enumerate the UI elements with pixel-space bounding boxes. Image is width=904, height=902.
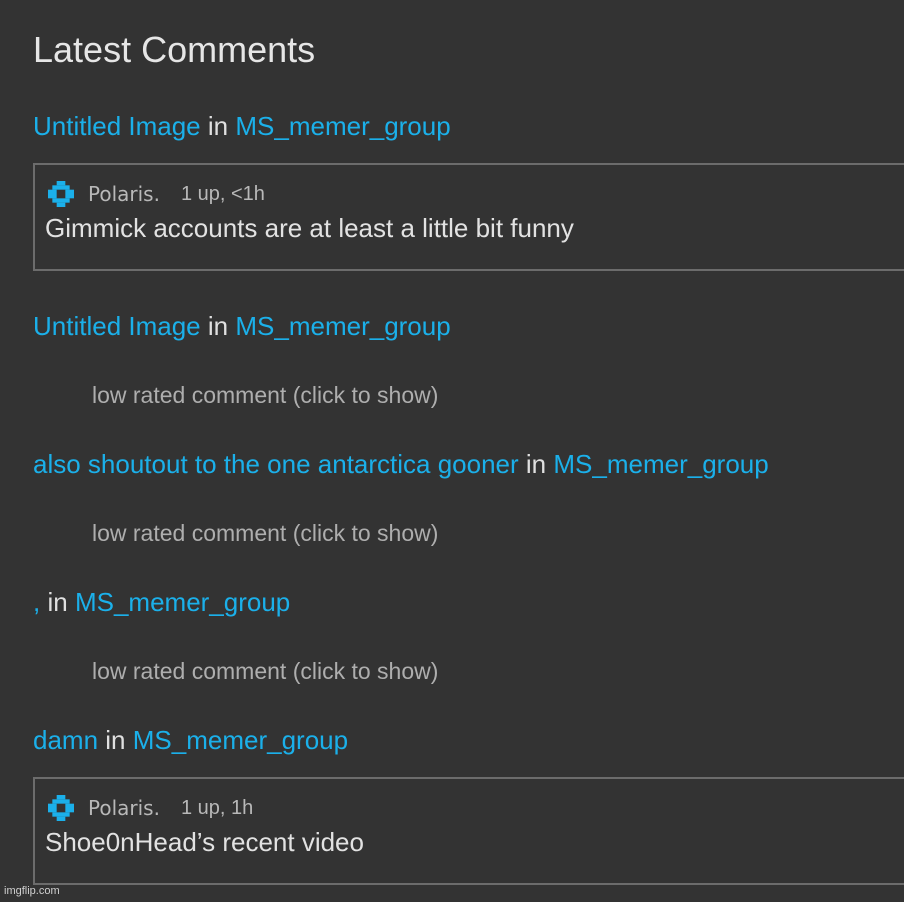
in-label: in: [525, 449, 547, 479]
low-rated-comment-toggle[interactable]: low rated comment (click to show): [92, 520, 438, 547]
low-rated-comment-toggle[interactable]: low rated comment (click to show): [92, 382, 438, 409]
page-title: Latest Comments: [33, 29, 316, 70]
stream-link[interactable]: MS_memer_group: [235, 111, 450, 141]
comment-text: Gimmick accounts are at least a little b…: [45, 213, 574, 243]
stream-link[interactable]: MS_memer_group: [235, 311, 450, 341]
comment-header: , in MS_memer_group: [33, 587, 290, 617]
comment-meta-row: Polaris. 1 up, 1h: [48, 795, 253, 821]
username-link[interactable]: Polaris.: [88, 796, 160, 820]
comment-meta: 1 up, 1h: [180, 796, 254, 819]
blue-pixel-cross-icon[interactable]: [48, 181, 74, 207]
comment-header: Untitled Image in MS_memer_group: [33, 311, 451, 341]
in-label: in: [47, 587, 68, 617]
stream-link[interactable]: MS_memer_group: [133, 725, 348, 755]
low-rated-comment-toggle[interactable]: low rated comment (click to show): [92, 658, 438, 685]
comment-box: Polaris. 1 up, <1h Gimmick accounts are …: [33, 163, 904, 271]
post-title-link[interactable]: also shoutout to the one antarctica goon…: [33, 449, 519, 479]
stream-link[interactable]: MS_memer_group: [75, 587, 290, 617]
in-label: in: [207, 311, 229, 341]
watermark: imgflip.com: [4, 885, 60, 897]
username-link[interactable]: Polaris.: [88, 182, 160, 206]
stream-link[interactable]: MS_memer_group: [553, 449, 768, 479]
post-title-link[interactable]: damn: [33, 725, 98, 755]
comment-box: Polaris. 1 up, 1h Shoe0nHead’s recent vi…: [33, 777, 904, 885]
comment-header: damn in MS_memer_group: [33, 725, 348, 755]
comment-text: Shoe0nHead’s recent video: [45, 827, 364, 857]
post-title-link[interactable]: Untitled Image: [33, 111, 201, 141]
comment-meta-row: Polaris. 1 up, <1h: [48, 181, 265, 207]
comment-header: also shoutout to the one antarctica goon…: [33, 449, 769, 479]
comment-meta: 1 up, <1h: [180, 182, 265, 205]
in-label: in: [105, 725, 126, 755]
in-label: in: [207, 111, 229, 141]
comment-header: Untitled Image in MS_memer_group: [33, 111, 451, 141]
blue-pixel-cross-icon[interactable]: [48, 795, 74, 821]
post-title-link[interactable]: Untitled Image: [33, 311, 201, 341]
post-title-link[interactable]: ,: [33, 587, 40, 617]
